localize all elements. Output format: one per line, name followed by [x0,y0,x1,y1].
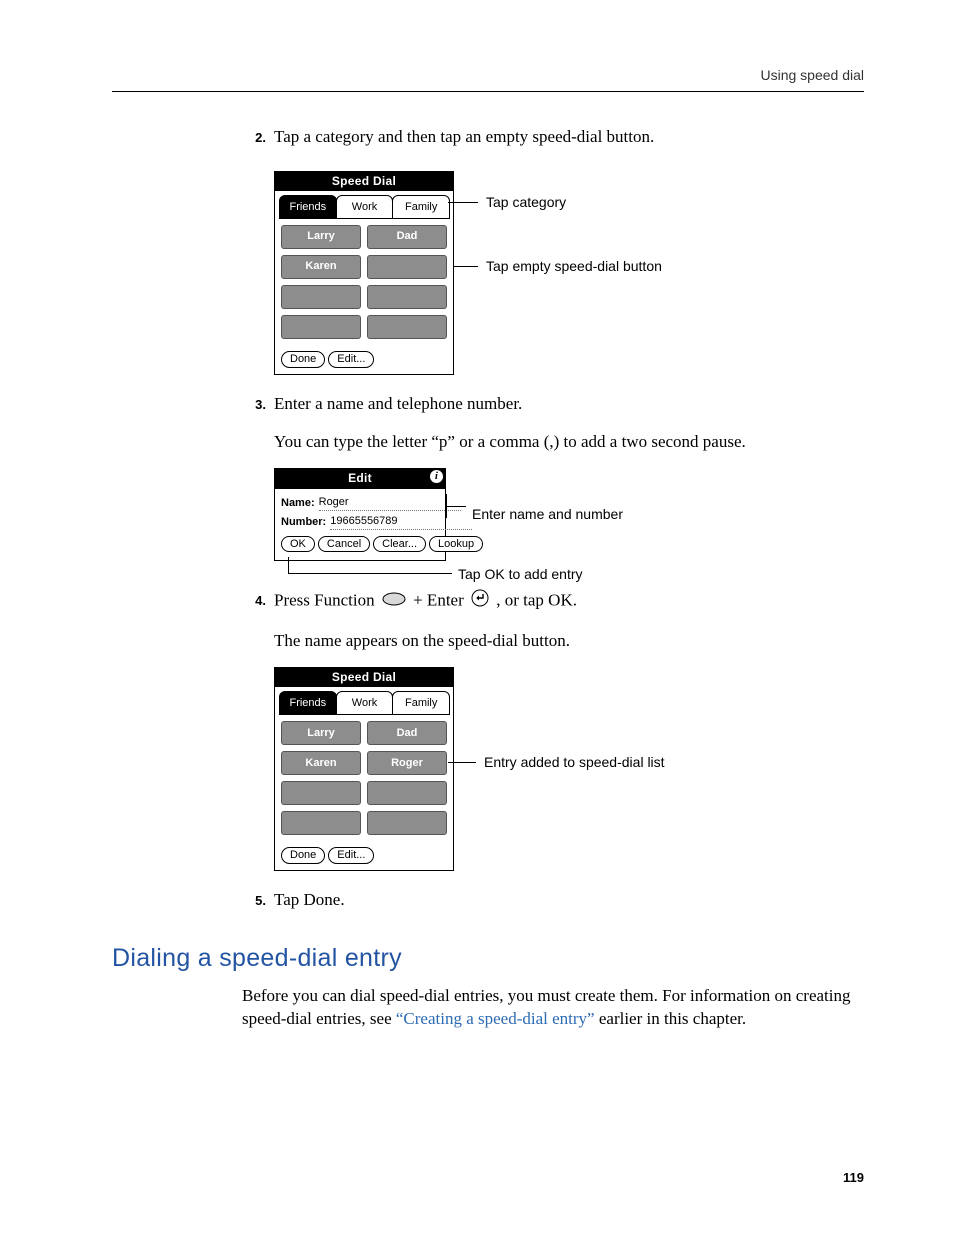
step-3-note: You can type the letter “p” or a comma (… [274,431,864,454]
callout-entry-added: Entry added to speed-dial list [476,753,665,772]
speed-dial-slot[interactable]: Karen [281,255,361,279]
step-5: 5. Tap Done. [242,889,864,920]
ok-button[interactable]: OK [281,536,315,553]
done-button[interactable]: Done [281,351,325,368]
info-icon[interactable]: i [430,470,443,483]
speed-dial-slot-empty[interactable] [367,285,447,309]
section-heading: Dialing a speed-dial entry [112,942,864,976]
speed-dial-grid: Larry Dad Karen [275,219,453,349]
speed-dial-slot-empty[interactable] [281,315,361,339]
screen-title: Speed Dial [275,668,453,687]
speed-dial-slot-empty[interactable] [367,315,447,339]
callout-tap-ok: Tap OK to add entry [458,565,583,584]
section-paragraph: Before you can dial speed-dial entries, … [242,985,864,1031]
step-number: 3. [242,393,266,414]
speed-dial-slot-empty[interactable] [281,285,361,309]
step-2-text: Tap a category and then tap an empty spe… [274,126,864,149]
figure-speed-dial-1: Speed Dial Friends Work Family Larry Dad… [274,171,864,375]
edit-dialog: Edit i Name: Number: OK Cancel [274,468,446,561]
step-5-text: Tap Done. [274,889,864,912]
step-number: 5. [242,889,266,910]
page-number: 119 [843,1169,864,1187]
tab-work[interactable]: Work [336,195,394,219]
tab-friends[interactable]: Friends [279,195,337,219]
clear-button[interactable]: Clear... [373,536,426,553]
number-label: Number: [281,515,330,530]
edit-button[interactable]: Edit... [328,847,374,864]
step-number: 2. [242,126,266,147]
speed-dial-grid: Larry Dad Karen Roger [275,715,453,845]
callout-tap-empty-slot: Tap empty speed-dial button [478,257,662,276]
name-field[interactable] [319,495,461,511]
speed-dial-slot-empty[interactable] [367,255,447,279]
enter-button-icon [471,589,489,614]
figure-speed-dial-2: Speed Dial Friends Work Family Larry Dad… [274,667,864,871]
step-4: 4. Press Function + Enter [242,589,864,622]
speed-dial-slot[interactable]: Dad [367,721,447,745]
category-tabs: Friends Work Family [275,687,453,715]
dialog-title: Edit i [275,469,445,488]
speed-dial-slot-empty[interactable] [281,811,361,835]
step-4-text: Press Function + Enter , or tap OK. [274,589,864,614]
speed-dial-screen-2: Speed Dial Friends Work Family Larry Dad… [274,667,454,871]
speed-dial-slot[interactable]: Larry [281,225,361,249]
running-head: Using speed dial [112,66,864,85]
speed-dial-slot[interactable]: Dad [367,225,447,249]
speed-dial-slot[interactable]: Karen [281,751,361,775]
lookup-button[interactable]: Lookup [429,536,483,553]
speed-dial-slot[interactable]: Larry [281,721,361,745]
function-button-icon [382,590,406,613]
figure-edit-dialog: Edit i Name: Number: OK Cancel [274,468,864,561]
callout-enter-name-number: Enter name and number [466,505,623,524]
tab-family[interactable]: Family [392,195,450,219]
cancel-button[interactable]: Cancel [318,536,370,553]
tab-work[interactable]: Work [336,691,394,715]
tab-friends[interactable]: Friends [279,691,337,715]
step-4-note: The name appears on the speed-dial butto… [274,630,864,653]
screen-title: Speed Dial [275,172,453,191]
tab-family[interactable]: Family [392,691,450,715]
done-button[interactable]: Done [281,847,325,864]
speed-dial-slot-empty[interactable] [367,811,447,835]
speed-dial-slot-empty[interactable] [367,781,447,805]
step-3-text: Enter a name and telephone number. [274,393,864,416]
category-tabs: Friends Work Family [275,191,453,219]
edit-button[interactable]: Edit... [328,351,374,368]
step-number: 4. [242,589,266,610]
speed-dial-screen-1: Speed Dial Friends Work Family Larry Dad… [274,171,454,375]
cross-reference-link[interactable]: “Creating a speed-dial entry” [396,1009,595,1028]
speed-dial-slot[interactable]: Roger [367,751,447,775]
name-label: Name: [281,496,319,511]
speed-dial-slot-empty[interactable] [281,781,361,805]
step-3: 3. Enter a name and telephone number. [242,393,864,424]
step-2: 2. Tap a category and then tap an empty … [242,126,864,157]
callout-tap-category: Tap category [478,193,566,212]
header-rule [112,91,864,92]
